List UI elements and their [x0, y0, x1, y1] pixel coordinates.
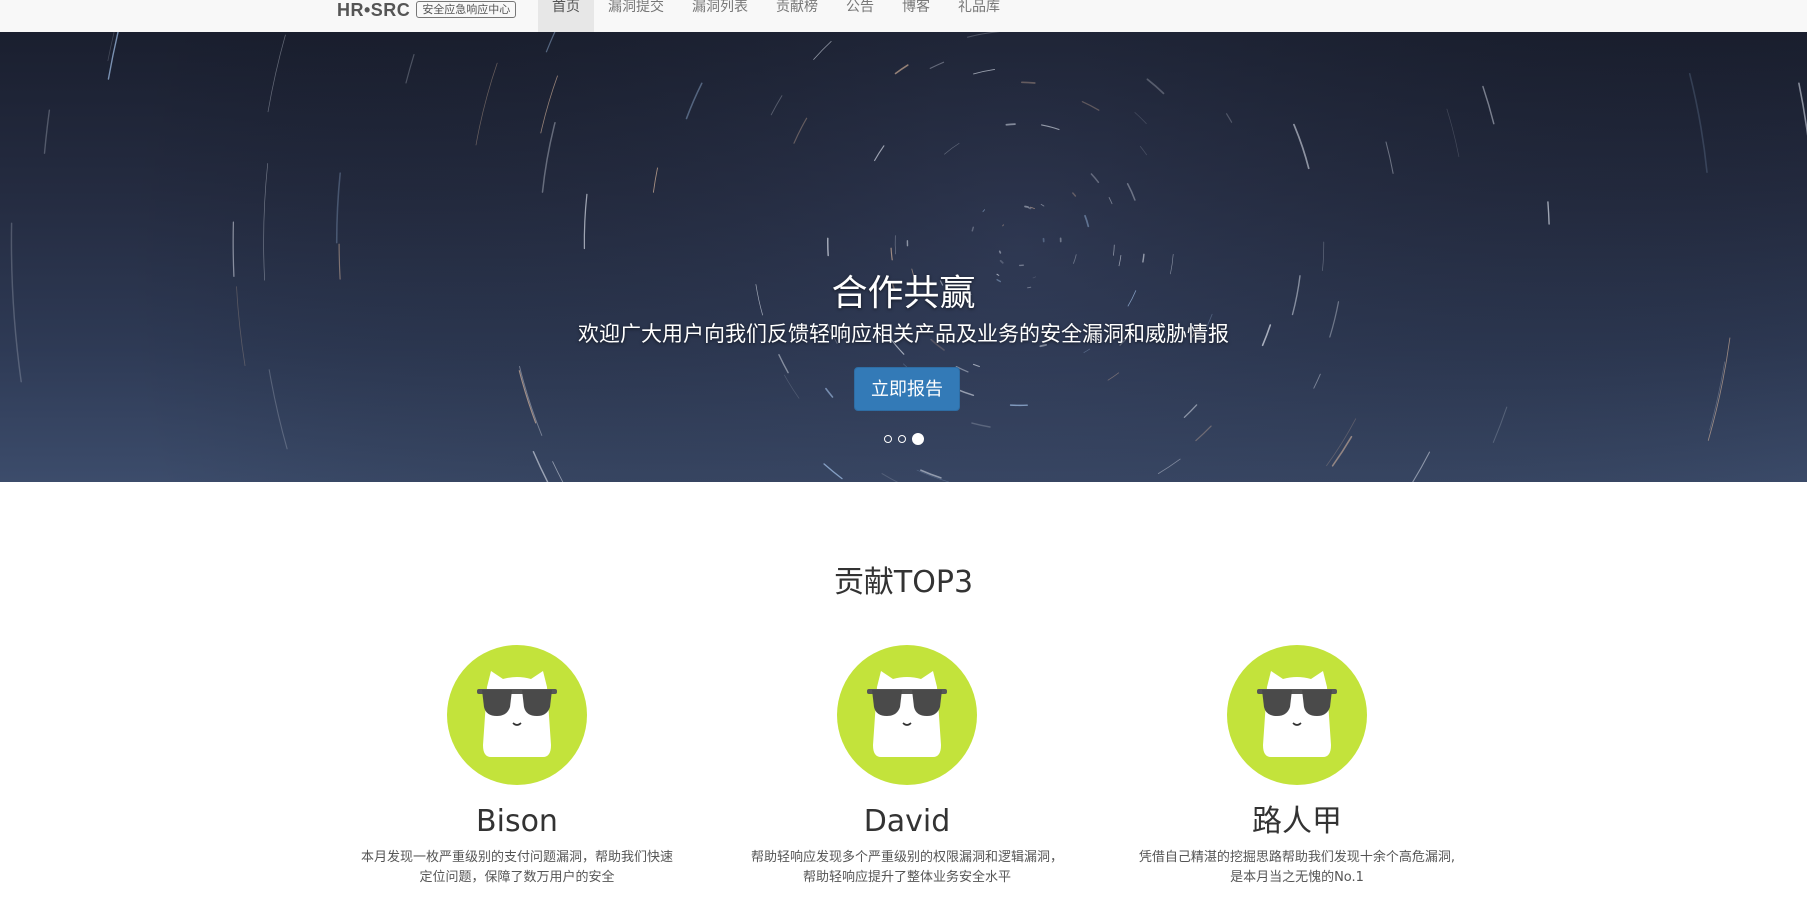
contributor-description: 本月发现一枚严重级别的支付问题漏洞，帮助我们快速 定位问题，保障了数万用户的安全 [345, 848, 690, 888]
cat-sunglasses-avatar[interactable] [447, 645, 587, 785]
star-trail [1005, 123, 1016, 126]
contributor-description-line: 定位问题，保障了数万用户的安全 [419, 870, 615, 885]
contributor-description-line: 本月发现一枚严重级别的支付问题漏洞，帮助我们快速 [360, 850, 673, 865]
cat-sunglasses-avatar[interactable] [837, 645, 977, 785]
brand-tagline: 安全应急响应中心 [416, 0, 517, 18]
carousel-dot-2[interactable] [897, 435, 906, 443]
star-trails-background [0, 32, 1807, 482]
cat-sunglasses-avatar[interactable] [1227, 645, 1367, 785]
brand-logo[interactable]: HR•SRC [337, 0, 410, 21]
hero-title: 合作共赢 [831, 273, 976, 314]
contributor-description-line: 是本月当之无愧的No.1 [1230, 870, 1364, 885]
contributor-description: 帮助轻响应发现多个严重级别的权限漏洞和逻辑漏洞， 帮助轻响应提升了整体业务安全水… [735, 848, 1080, 888]
contributor-name: 路人甲 [1252, 804, 1342, 839]
contributor-description-line: 帮助轻响应发现多个严重级别的权限漏洞和逻辑漏洞， [750, 850, 1063, 865]
nav-item-gift-shop[interactable]: 礼品库 [944, 0, 1014, 32]
nav-item-announcements[interactable]: 公告 [832, 0, 888, 32]
nav-item-blog[interactable]: 博客 [888, 0, 944, 32]
carousel-dot-1[interactable] [883, 435, 892, 443]
star-trail [971, 226, 975, 232]
contributor-card-1: Bison 本月发现一枚严重级别的支付问题漏洞，帮助我们快速 定位问题，保障了数… [337, 645, 697, 888]
contributor-description: 凭借自己精湛的挖掘思路帮助我们发现十余个高危漏洞, 是本月当之无愧的No.1 [1125, 848, 1470, 888]
star-trail [998, 250, 1002, 254]
star-trail [1020, 81, 1036, 84]
contributor-name: Bison [476, 804, 558, 839]
nav-item-home[interactable]: 首页 [538, 0, 594, 32]
section-title-top3: 贡献TOP3 [833, 565, 974, 600]
main-nav: 首页 漏洞提交 漏洞列表 贡献榜 公告 博客 礼品库 [538, 0, 1014, 32]
nav-item-vuln-list[interactable]: 漏洞列表 [678, 0, 762, 32]
contributor-card-3: 路人甲 凭借自己精湛的挖掘思路帮助我们发现十余个高危漏洞, 是本月当之无愧的No… [1117, 645, 1477, 888]
contributor-name: David [863, 804, 951, 839]
contributor-description-line: 帮助轻响应提升了整体业务安全水平 [802, 870, 1011, 885]
star-trail [1002, 224, 1005, 227]
nav-item-leaderboard[interactable]: 贡献榜 [762, 0, 832, 32]
hero-subtitle: 欢迎广大用户向我们反馈轻响应相关产品及业务的安全漏洞和威胁情报 [578, 322, 1229, 346]
top-navbar: HR•SRC 安全应急响应中心 首页 漏洞提交 漏洞列表 贡献榜 公告 博客 礼… [0, 0, 1807, 33]
nav-item-submit-vuln[interactable]: 漏洞提交 [594, 0, 678, 32]
carousel-dot-3[interactable] [911, 433, 924, 445]
brand[interactable]: HR•SRC 安全应急响应中心 [337, 0, 517, 21]
contributor-card-2: David 帮助轻响应发现多个严重级别的权限漏洞和逻辑漏洞， 帮助轻响应提升了整… [727, 645, 1087, 888]
hero-carousel: 合作共赢 欢迎广大用户向我们反馈轻响应相关产品及业务的安全漏洞和威胁情报 立即报… [0, 32, 1807, 482]
report-now-button[interactable]: 立即报告 [854, 367, 960, 411]
star-trail [1024, 205, 1029, 208]
contributor-description-line: 凭借自己精湛的挖掘思路帮助我们发现十余个高危漏洞, [1138, 850, 1456, 865]
carousel-indicators [0, 433, 1807, 445]
